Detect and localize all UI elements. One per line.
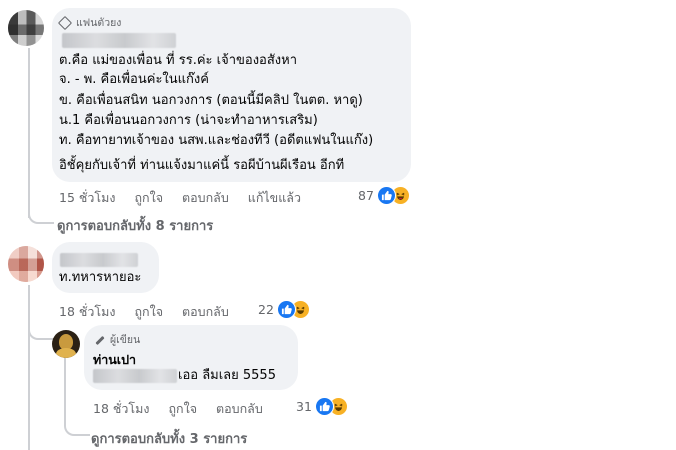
like-reaction-icon [376,186,396,205]
thread-curve [64,412,90,436]
avatar[interactable] [8,10,44,46]
view-replies-link[interactable]: ดูการตอบกลับทั้ง 8 รายการ [57,215,213,236]
blurred-mention[interactable] [93,369,177,383]
reply-actions: 18 ชั่วโมง ถูกใจ ตอบกลับ [93,399,263,419]
comment-line: ท. คือทายาทเจ้าของ นสพ.และช่องทีวี (อดีต… [59,133,374,148]
author-badge: ผู้เขียน [94,331,140,348]
blurred-name[interactable] [62,33,176,48]
reaction-summary[interactable]: 87 [358,186,410,205]
pencil-icon [94,335,104,345]
thread-curve [28,316,54,340]
like-reaction-icon [314,397,334,416]
blurred-name[interactable] [60,253,138,267]
comment-line: ข. คือเพื่อนสนิท นอกวงการ (ตอนนี้มีคลิป … [59,93,363,108]
reply-button[interactable]: ตอบกลับ [182,302,229,322]
comment-actions: 18 ชั่วโมง ถูกใจ ตอบกลับ [59,302,229,322]
top-fan-badge: แฟนตัวยง [57,14,122,31]
reply-button[interactable]: ตอบกลับ [216,399,263,419]
like-button[interactable]: ถูกใจ [134,188,163,208]
reaction-summary[interactable]: 22 [258,300,310,319]
like-reaction-icon [276,300,296,319]
reaction-count: 87 [358,188,374,203]
like-button[interactable]: ถูกใจ [134,302,163,322]
like-button[interactable]: ถูกใจ [168,399,197,419]
reply-button[interactable]: ตอบกลับ [182,188,229,208]
comment-line: น.1 คือเพื่อนนอกวงการ (น่าจะทำอาหารเสริม… [59,113,318,128]
avatar[interactable] [8,246,44,282]
comment-actions: 15 ชั่วโมง ถูกใจ ตอบกลับ แก้ไขแล้ว [59,188,301,208]
comment-line: จ. - พ. คือเพื่อนค่ะในแก๊งค์ [59,72,209,87]
thread-line [28,48,30,218]
edited-label[interactable]: แก้ไขแล้ว [248,188,301,208]
comment-line: ต.คือ แม่ของเพื่อน ที่ รร.ค่ะ เจ้าของอสั… [59,53,298,68]
avatar[interactable] [52,330,80,358]
comment-time[interactable]: 15 ชั่วโมง [59,188,115,208]
thread-line [28,285,30,450]
badge-label: ผู้เขียน [110,334,141,346]
reaction-count: 22 [258,302,274,317]
reaction-summary[interactable]: 31 [296,397,348,416]
diamond-icon [57,15,73,30]
reply-text: เออ ลืมเลย 5555 [178,368,276,383]
thread-line [64,356,66,418]
comment-text: ท.ทหารหายอะ [59,270,142,285]
view-replies-link[interactable]: ดูการตอบกลับทั้ง 3 รายการ [91,428,247,449]
badge-label: แฟนตัวยง [76,17,122,29]
author-name[interactable]: ท่านเปา [93,350,136,370]
comment-time[interactable]: 18 ชั่วโมง [93,399,149,419]
thread-curve [28,200,54,224]
reaction-count: 31 [296,399,312,414]
comment-time[interactable]: 18 ชั่วโมง [59,302,115,322]
comment-line: อิชั้คุยกับเจ้าที่ ท่านแจ้งมาแค่นี้ รอผี… [59,158,345,173]
